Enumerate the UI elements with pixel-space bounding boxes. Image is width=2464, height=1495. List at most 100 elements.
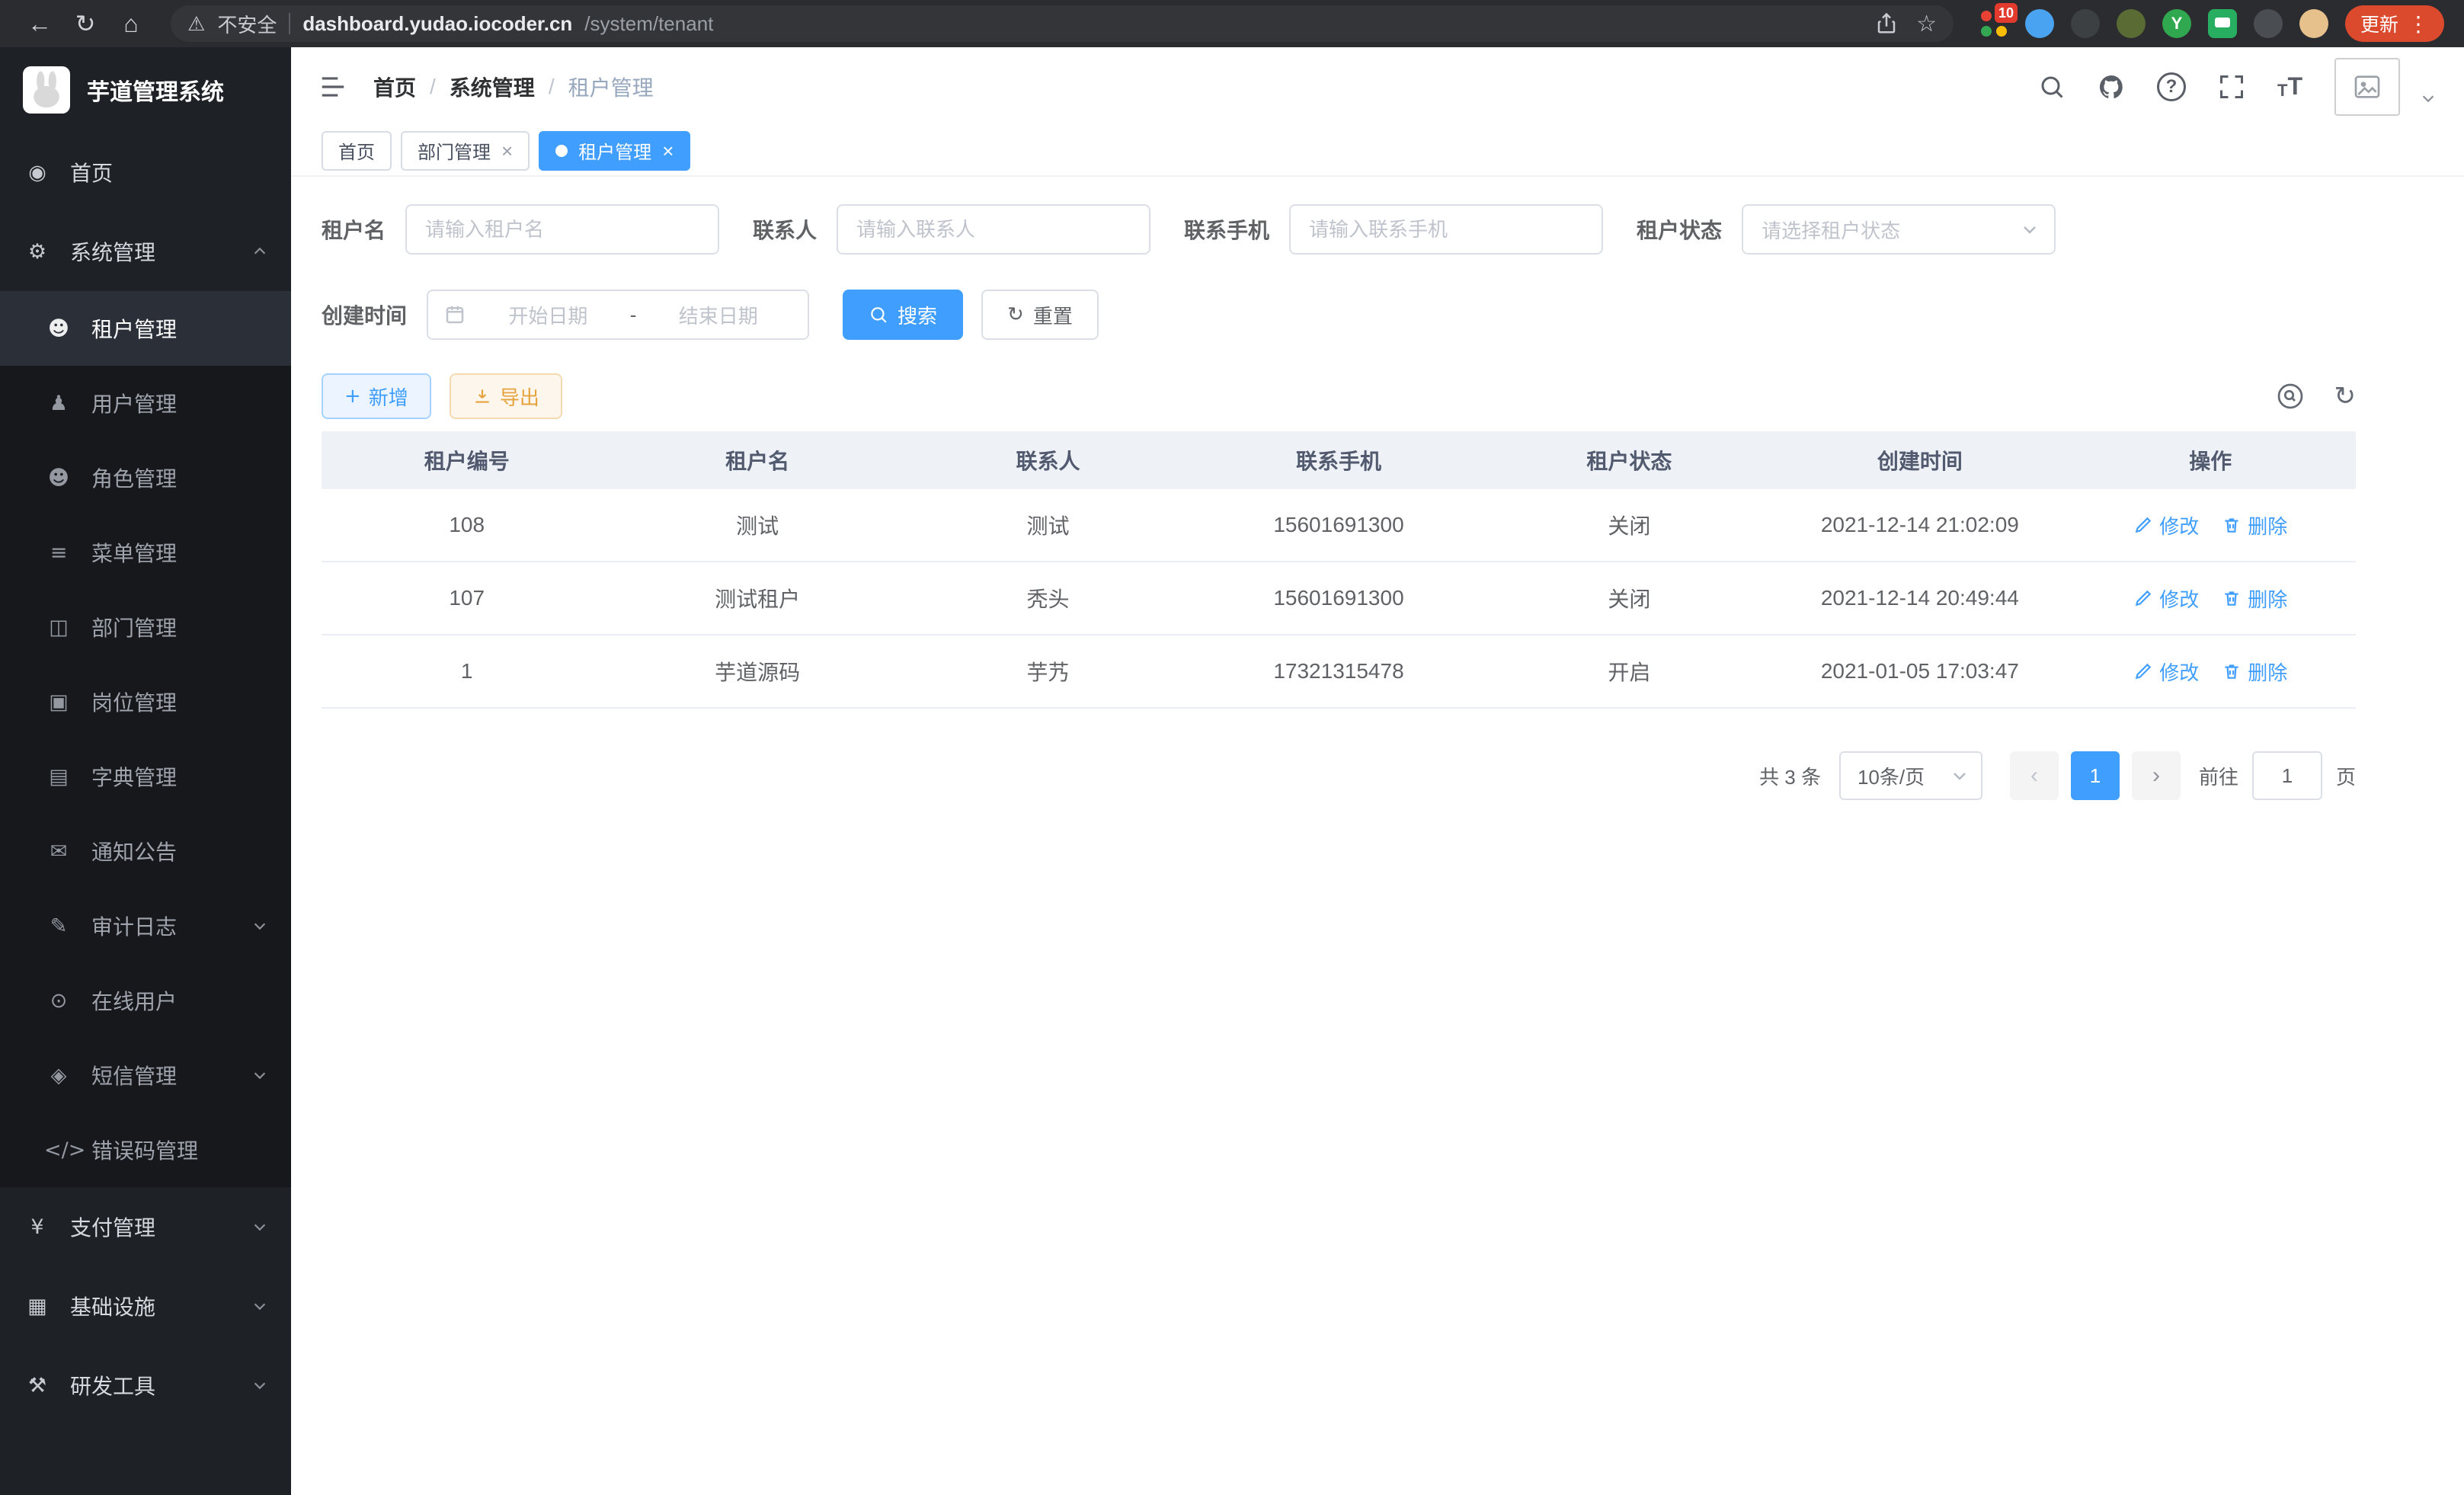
divider xyxy=(289,13,290,34)
chevron-down-icon[interactable] xyxy=(2420,90,2437,107)
browser-update-button[interactable]: 更新 ⋮ xyxy=(2345,5,2444,42)
close-icon[interactable]: × xyxy=(662,141,674,161)
close-icon[interactable]: × xyxy=(501,141,513,161)
breadcrumb-home[interactable]: 首页 xyxy=(373,72,416,102)
delete-link[interactable]: 删除 xyxy=(2222,658,2287,686)
reload-icon[interactable]: ↻ xyxy=(66,4,105,43)
total-count: 共 3 条 xyxy=(1759,762,1821,790)
app-logo[interactable]: 芋道管理系统 xyxy=(0,47,291,133)
delete-link[interactable]: 删除 xyxy=(2222,511,2287,539)
sidebar-item-error-code[interactable]: </> 错误码管理 xyxy=(0,1112,291,1187)
sidebar-item-dept[interactable]: ◫ 部门管理 xyxy=(0,590,291,664)
sidebar-item-notice[interactable]: ✉ 通知公告 xyxy=(0,814,291,888)
address-bar[interactable]: ⚠ 不安全 dashboard.yudao.iocoder.cn /system… xyxy=(171,5,1954,42)
bookmark-star-icon[interactable]: ☆ xyxy=(1916,11,1937,37)
extension-green-icon[interactable]: Y xyxy=(2162,9,2191,38)
date-range-picker[interactable]: 开始日期 - 结束日期 xyxy=(427,290,809,340)
extensions-area: 10 Y xyxy=(1979,9,2328,38)
help-icon[interactable]: ? xyxy=(2157,72,2186,101)
contact-input[interactable] xyxy=(837,204,1150,255)
app-title: 芋道管理系统 xyxy=(87,73,224,107)
page-size-select[interactable]: 10条/页 xyxy=(1839,751,1982,800)
toggle-search-icon[interactable] xyxy=(2277,383,2304,410)
sidebar-item-home[interactable]: ◉ 首页 xyxy=(0,133,291,212)
date-separator: - xyxy=(630,303,637,327)
extension-dark-icon[interactable] xyxy=(2071,9,2100,38)
avatar[interactable] xyxy=(2334,58,2400,116)
extension-olive-icon[interactable] xyxy=(2117,9,2146,38)
phone-input[interactable] xyxy=(1289,204,1603,255)
broken-image-icon xyxy=(2350,72,2384,102)
search-icon[interactable] xyxy=(2038,73,2066,101)
sidebar-item-infra[interactable]: ▦ 基础设施 xyxy=(0,1266,291,1346)
edit-link[interactable]: 修改 xyxy=(2133,584,2199,613)
chevron-down-icon xyxy=(1950,767,1969,785)
collapse-menu-icon[interactable] xyxy=(318,72,347,101)
yen-icon: ¥ xyxy=(23,1215,52,1239)
share-icon[interactable] xyxy=(1875,12,1898,35)
tenant-name-input[interactable] xyxy=(405,204,719,255)
table-row: 107 测试租户 秃头 15601691300 关闭 2021-12-14 20… xyxy=(322,562,2356,635)
phone-label: 联系手机 xyxy=(1184,214,1269,245)
sidebar-item-role[interactable]: ☻ 角色管理 xyxy=(0,440,291,515)
log-edit-icon: ✎ xyxy=(44,914,73,938)
browser-chrome: ← ↻ ⌂ ⚠ 不安全 dashboard.yudao.iocoder.cn /… xyxy=(0,0,2464,47)
sidebar-item-user[interactable]: ♟ 用户管理 xyxy=(0,366,291,440)
book-icon: ▤ xyxy=(44,765,73,789)
trash-icon xyxy=(2222,515,2242,535)
search-button[interactable]: 搜索 xyxy=(843,290,963,340)
goto-label: 前往 xyxy=(2199,762,2238,790)
sidebar-item-menu[interactable]: ≡ 菜单管理 xyxy=(0,515,291,590)
sidebar-item-online-users[interactable]: ⊙ 在线用户 xyxy=(0,963,291,1038)
sidebar-item-devtools[interactable]: ⚒ 研发工具 xyxy=(0,1346,291,1425)
browser-menu-icon[interactable]: ⋮ xyxy=(2408,11,2429,37)
tab-tenant[interactable]: 租户管理 × xyxy=(539,131,690,171)
add-button[interactable]: + 新增 xyxy=(322,373,431,419)
logo-image xyxy=(23,66,70,114)
search-icon xyxy=(869,305,888,325)
font-size-icon[interactable]: TT xyxy=(2277,72,2302,101)
github-icon[interactable] xyxy=(2098,73,2125,101)
url-domain: dashboard.yudao.iocoder.cn xyxy=(302,12,572,36)
infra-icon: ▦ xyxy=(23,1295,52,1318)
page-number-active[interactable]: 1 xyxy=(2071,751,2120,800)
browser-profile-avatar[interactable] xyxy=(2299,9,2328,38)
extension-dots-icon[interactable]: 10 xyxy=(1979,9,2008,38)
sidebar-item-audit-log[interactable]: ✎ 审计日志 xyxy=(0,888,291,963)
tab-dept[interactable]: 部门管理 × xyxy=(401,131,530,171)
edit-link[interactable]: 修改 xyxy=(2133,511,2199,539)
status-select[interactable]: 请选择租户状态 xyxy=(1742,204,2056,255)
export-button[interactable]: 导出 xyxy=(450,373,562,419)
extensions-puzzle-icon[interactable] xyxy=(2254,9,2283,38)
extension-blue-icon[interactable] xyxy=(2025,9,2054,38)
goto-page-input[interactable] xyxy=(2252,751,2322,800)
filter-row-2: 创建时间 开始日期 - 结束日期 搜索 xyxy=(322,290,2356,340)
sidebar-item-dict[interactable]: ▤ 字典管理 xyxy=(0,739,291,814)
status-text: 关闭 xyxy=(1484,510,1774,540)
sidebar-item-sms[interactable]: ◈ 短信管理 xyxy=(0,1038,291,1112)
tab-home[interactable]: 首页 xyxy=(322,131,392,171)
refresh-icon[interactable]: ↻ xyxy=(2334,383,2357,409)
tabs-bar: 首页 部门管理 × 租户管理 × xyxy=(291,126,2464,177)
back-icon[interactable]: ← xyxy=(20,4,59,43)
table-toolbar: + 新增 导出 ↻ xyxy=(322,373,2356,419)
system-submenu: ☻ 租户管理 ♟ 用户管理 ☻ 角色管理 ≡ 菜单管理 ◫ 部门管理 xyxy=(0,291,291,1187)
sidebar-item-payment[interactable]: ¥ 支付管理 xyxy=(0,1187,291,1266)
dashboard-icon: ◉ xyxy=(23,161,52,184)
delete-link[interactable]: 删除 xyxy=(2222,584,2287,613)
tools-icon: ⚒ xyxy=(23,1374,52,1397)
fullscreen-icon[interactable] xyxy=(2218,73,2245,101)
sidebar-item-post[interactable]: ▣ 岗位管理 xyxy=(0,664,291,739)
prev-page-button[interactable]: ‹ xyxy=(2010,751,2059,800)
sidebar-item-system[interactable]: ⚙ 系统管理 xyxy=(0,212,291,291)
next-page-button[interactable]: › xyxy=(2132,751,2181,800)
edit-link[interactable]: 修改 xyxy=(2133,658,2199,686)
badge-icon: ▣ xyxy=(44,690,73,714)
reset-button[interactable]: ↻ 重置 xyxy=(981,290,1099,340)
date-end-placeholder: 结束日期 xyxy=(644,301,792,329)
status-text: 关闭 xyxy=(1484,583,1774,613)
breadcrumb-system[interactable]: 系统管理 xyxy=(450,72,535,102)
home-icon[interactable]: ⌂ xyxy=(111,4,151,43)
extension-chat-icon[interactable] xyxy=(2208,9,2237,38)
sidebar-item-tenant[interactable]: ☻ 租户管理 xyxy=(0,291,291,366)
